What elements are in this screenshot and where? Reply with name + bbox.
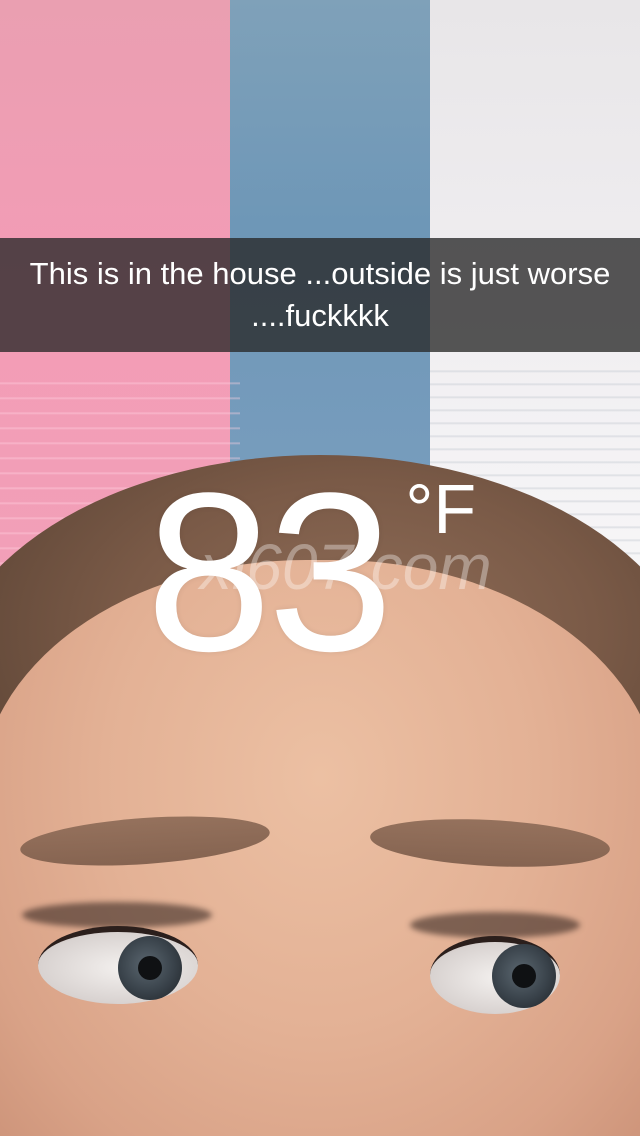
left-pupil <box>138 956 162 980</box>
right-lashes <box>410 912 580 938</box>
left-lashes <box>22 902 212 928</box>
caption-text: This is in the house ...outside is just … <box>29 256 611 333</box>
left-iris <box>118 936 182 1000</box>
right-pupil <box>512 964 536 988</box>
left-eye <box>38 926 198 1004</box>
right-iris <box>492 944 556 1008</box>
caption-bar[interactable]: This is in the house ...outside is just … <box>0 238 640 352</box>
right-eye <box>430 936 560 1014</box>
watermark: xi607.com <box>200 531 492 603</box>
